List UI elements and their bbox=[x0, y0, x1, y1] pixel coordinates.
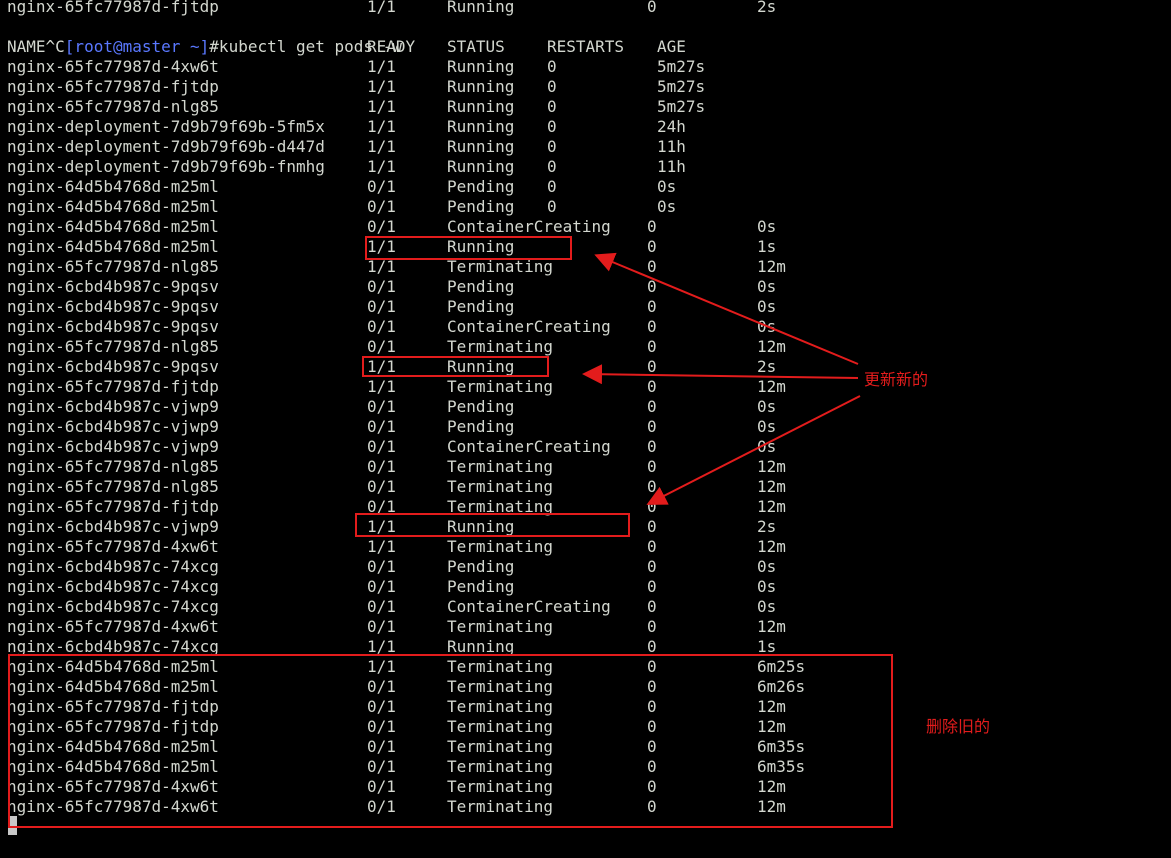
annotation-arrows bbox=[582, 252, 861, 505]
terminal-window[interactable]: nginx-65fc77987d-fjtdp 1/1 Running 0 2s … bbox=[0, 0, 1171, 858]
arrow-to-running-3 bbox=[646, 395, 861, 505]
annotation-update-new: 更新新的 bbox=[864, 370, 929, 389]
arrow-to-running-2 bbox=[582, 364, 859, 385]
arrow-to-running-1 bbox=[594, 252, 859, 365]
annotation-delete-old: 删除旧的 bbox=[926, 717, 991, 736]
